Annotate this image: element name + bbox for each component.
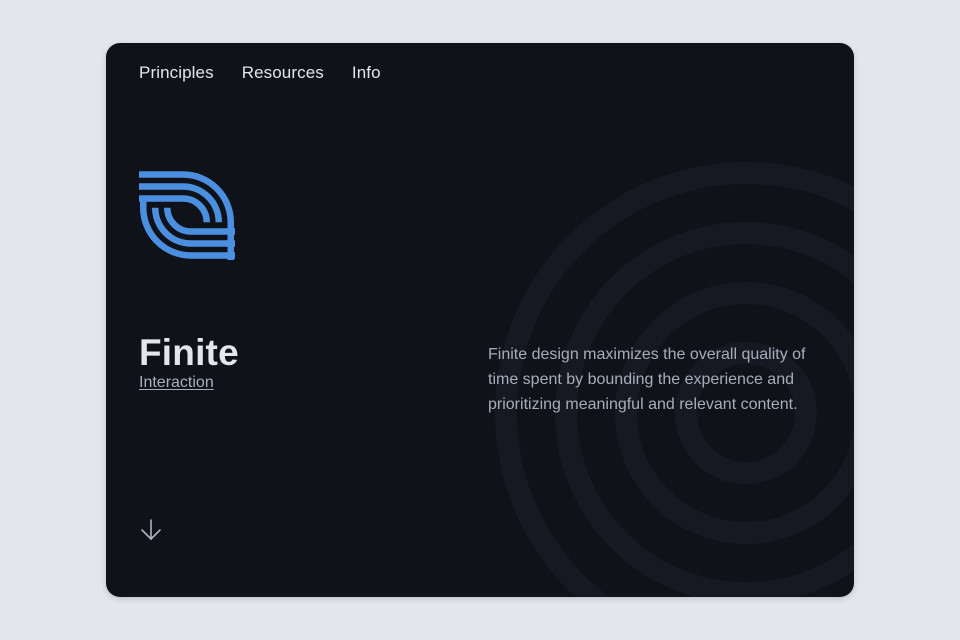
- category-link[interactable]: Interaction: [139, 373, 214, 393]
- page-title: Finite: [139, 332, 239, 373]
- nav-item-info[interactable]: Info: [352, 62, 381, 84]
- hero-description: Finite design maximizes the overall qual…: [488, 346, 806, 413]
- nav-item-resources[interactable]: Resources: [242, 62, 324, 84]
- hero-card: Principles Resources Info Finite Interac…: [106, 43, 854, 597]
- background-rings: [495, 162, 854, 597]
- arrow-down-icon[interactable]: [139, 517, 163, 543]
- top-nav: Principles Resources Info: [139, 62, 381, 84]
- finite-logo-icon: [139, 171, 235, 260]
- nav-item-principles[interactable]: Principles: [139, 62, 214, 84]
